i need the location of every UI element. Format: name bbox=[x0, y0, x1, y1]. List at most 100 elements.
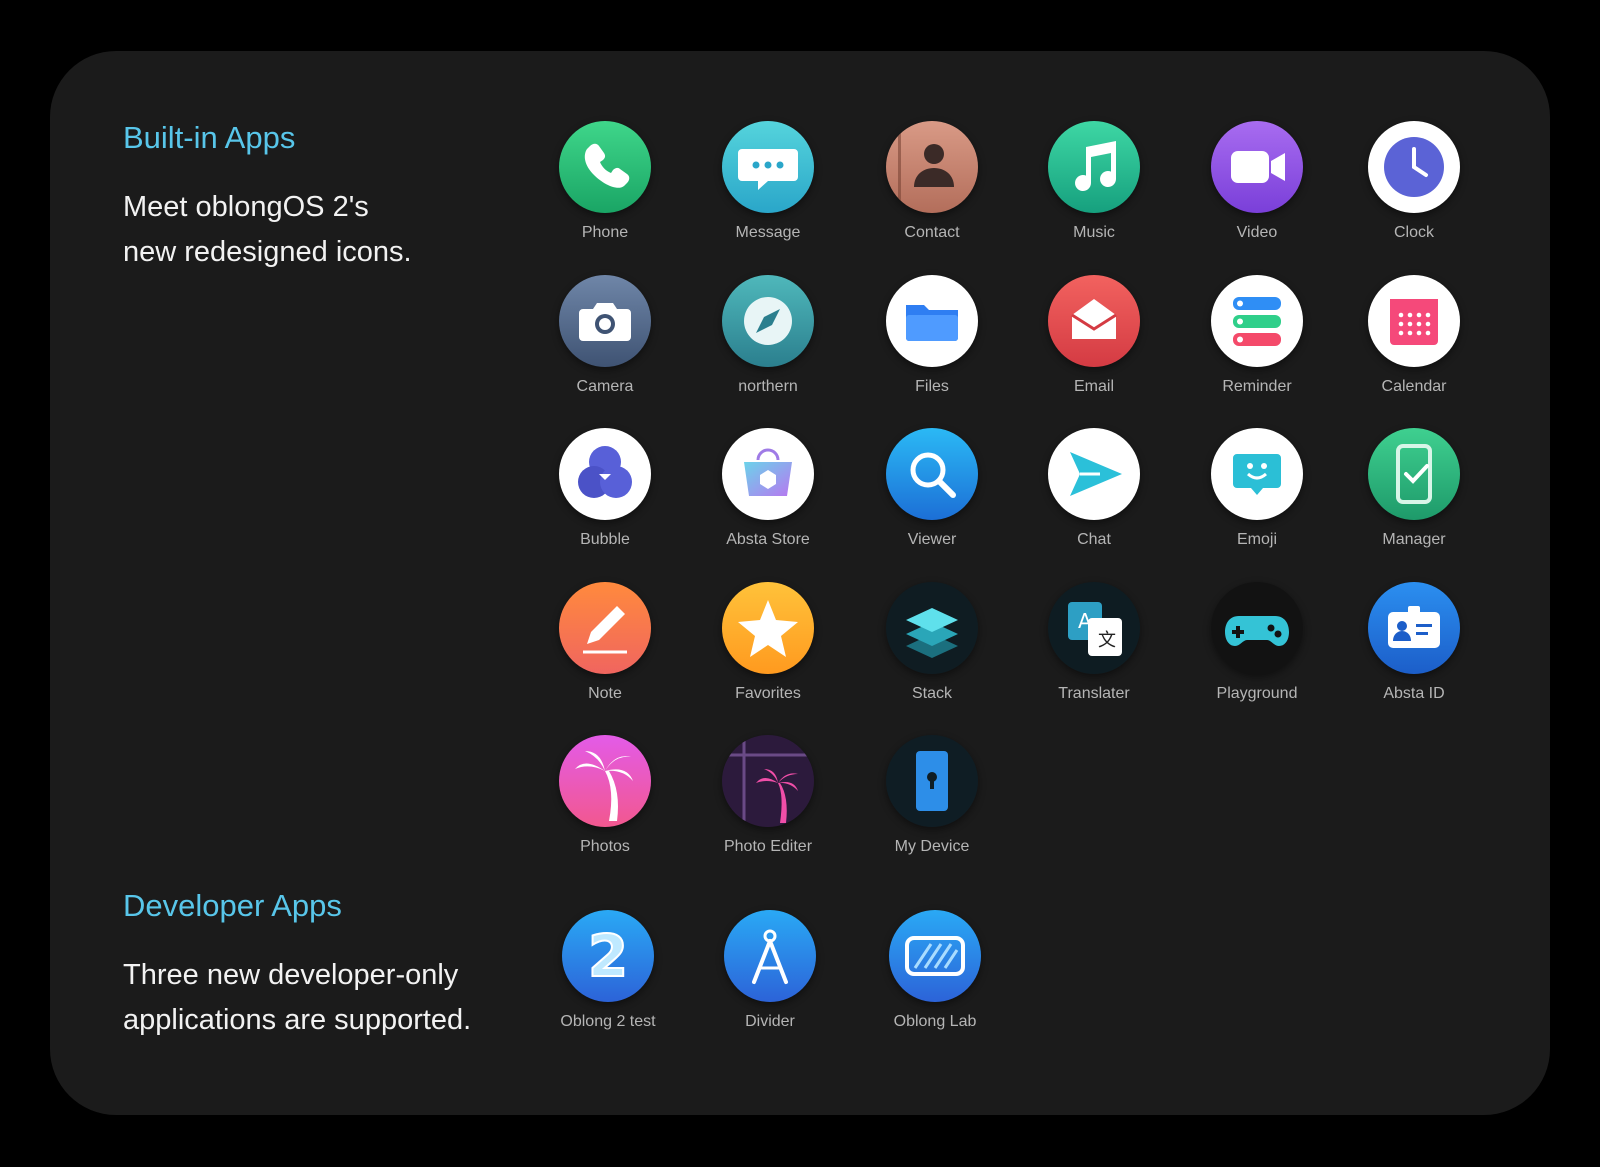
app-message[interactable]: Message bbox=[693, 121, 843, 242]
compass-icon[interactable] bbox=[722, 275, 814, 367]
phone-icon[interactable] bbox=[559, 121, 651, 213]
app-label: Oblong Lab bbox=[893, 1013, 977, 1030]
id-card-icon[interactable] bbox=[1368, 582, 1460, 674]
app-label: Stack bbox=[911, 685, 952, 702]
app-label: Oblong 2 test bbox=[560, 1013, 656, 1030]
app-label: Playground bbox=[1216, 685, 1298, 702]
phone-check-icon[interactable] bbox=[1368, 428, 1460, 520]
app-email[interactable]: Email bbox=[1019, 275, 1169, 396]
app-label: Divider bbox=[745, 1013, 795, 1030]
app-photos[interactable]: Photos bbox=[530, 735, 680, 856]
message-icon[interactable] bbox=[722, 121, 814, 213]
music-icon[interactable] bbox=[1048, 121, 1140, 213]
reminder-icon[interactable] bbox=[1211, 275, 1303, 367]
magnifier-icon[interactable] bbox=[886, 428, 978, 520]
email-icon[interactable] bbox=[1048, 275, 1140, 367]
built-in-desc-line2: new redesigned icons. bbox=[123, 236, 412, 268]
app-oblong-2-test[interactable]: 2 Oblong 2 test bbox=[533, 910, 683, 1031]
app-absta-store[interactable]: Absta Store bbox=[693, 428, 843, 549]
app-emoji[interactable]: Emoji bbox=[1182, 428, 1332, 549]
app-label: Camera bbox=[576, 378, 634, 395]
app-files[interactable]: Files bbox=[857, 275, 1007, 396]
bubble-icon[interactable] bbox=[559, 428, 651, 520]
folder-icon[interactable] bbox=[886, 275, 978, 367]
developer-desc-line2: applications are supported. bbox=[123, 1004, 472, 1036]
app-label: Bubble bbox=[580, 531, 630, 548]
app-label: Photo Editer bbox=[723, 838, 813, 855]
app-music[interactable]: Music bbox=[1019, 121, 1169, 242]
app-label: Video bbox=[1236, 224, 1278, 241]
built-in-description: Meet oblongOS 2's new redesigned icons. bbox=[123, 185, 412, 275]
app-photo-editer[interactable]: Photo Editer bbox=[693, 735, 843, 856]
app-label: Absta ID bbox=[1383, 685, 1445, 702]
app-label: Absta Store bbox=[726, 531, 810, 548]
app-label: Manager bbox=[1382, 531, 1446, 548]
app-reminder[interactable]: Reminder bbox=[1182, 275, 1332, 396]
built-in-heading: Built-in Apps bbox=[123, 120, 296, 155]
developer-description: Three new developer-only applications ar… bbox=[123, 953, 471, 1043]
clock-icon[interactable] bbox=[1368, 121, 1460, 213]
app-my-device[interactable]: My Device bbox=[857, 735, 1007, 856]
app-label: Reminder bbox=[1222, 378, 1292, 395]
app-bubble[interactable]: Bubble bbox=[530, 428, 680, 549]
developer-desc-line1: Three new developer-only bbox=[123, 959, 459, 991]
app-manager[interactable]: Manager bbox=[1339, 428, 1489, 549]
app-divider[interactable]: Divider bbox=[695, 910, 845, 1031]
app-note[interactable]: Note bbox=[530, 582, 680, 703]
app-phone[interactable]: Phone bbox=[530, 121, 680, 242]
app-viewer[interactable]: Viewer bbox=[857, 428, 1007, 549]
app-label: Contact bbox=[904, 224, 960, 241]
video-icon[interactable] bbox=[1211, 121, 1303, 213]
app-absta-id[interactable]: Absta ID bbox=[1339, 582, 1489, 703]
app-northern[interactable]: northern bbox=[693, 275, 843, 396]
pencil-icon[interactable] bbox=[559, 582, 651, 674]
lab-screen-icon[interactable] bbox=[889, 910, 981, 1002]
app-label: Clock bbox=[1393, 224, 1434, 241]
app-video[interactable]: Video bbox=[1182, 121, 1332, 242]
app-playground[interactable]: Playground bbox=[1182, 582, 1332, 703]
app-favorites[interactable]: Favorites bbox=[693, 582, 843, 703]
stack-icon[interactable] bbox=[886, 582, 978, 674]
app-clock[interactable]: Clock bbox=[1339, 121, 1489, 242]
app-label: Phone bbox=[581, 224, 629, 241]
svg-text:A: A bbox=[1078, 609, 1092, 633]
app-label: Chat bbox=[1077, 531, 1111, 548]
app-label: Emoji bbox=[1236, 531, 1277, 548]
app-label: Calendar bbox=[1381, 378, 1447, 395]
app-label: Music bbox=[1073, 224, 1115, 241]
app-translater[interactable]: A 文 Translater bbox=[1019, 582, 1169, 703]
svg-text:2: 2 bbox=[588, 922, 628, 990]
star-icon[interactable] bbox=[722, 582, 814, 674]
app-contact[interactable]: Contact bbox=[857, 121, 1007, 242]
app-camera[interactable]: Camera bbox=[530, 275, 680, 396]
app-label: My Device bbox=[894, 838, 970, 855]
photo-editor-icon[interactable] bbox=[722, 735, 814, 827]
svg-text:文: 文 bbox=[1098, 630, 1116, 651]
device-lock-icon[interactable] bbox=[886, 735, 978, 827]
camera-icon[interactable] bbox=[559, 275, 651, 367]
app-stack[interactable]: Stack bbox=[857, 582, 1007, 703]
app-label: Translater bbox=[1058, 685, 1130, 702]
contact-icon[interactable] bbox=[886, 121, 978, 213]
store-bag-icon[interactable] bbox=[722, 428, 814, 520]
divider-compass-icon[interactable] bbox=[724, 910, 816, 1002]
app-label: Note bbox=[588, 685, 622, 702]
app-label: Favorites bbox=[735, 685, 801, 702]
app-calendar[interactable]: Calendar bbox=[1339, 275, 1489, 396]
app-label: Photos bbox=[580, 838, 630, 855]
app-label: Files bbox=[915, 378, 949, 395]
developer-heading: Developer Apps bbox=[123, 888, 342, 923]
emoji-icon[interactable] bbox=[1211, 428, 1303, 520]
app-label: Message bbox=[735, 224, 801, 241]
translate-icon[interactable]: A文 bbox=[1048, 582, 1140, 674]
gamepad-icon[interactable] bbox=[1211, 582, 1303, 674]
app-label: Viewer bbox=[907, 531, 957, 548]
app-label: northern bbox=[738, 378, 798, 395]
number-two-icon[interactable]: 2 bbox=[562, 910, 654, 1002]
app-chat[interactable]: Chat bbox=[1019, 428, 1169, 549]
palm-tree-icon[interactable] bbox=[559, 735, 651, 827]
app-label: Email bbox=[1073, 378, 1114, 395]
app-oblong-lab[interactable]: Oblong Lab bbox=[860, 910, 1010, 1031]
send-arrow-icon[interactable] bbox=[1048, 428, 1140, 520]
calendar-icon[interactable] bbox=[1368, 275, 1460, 367]
